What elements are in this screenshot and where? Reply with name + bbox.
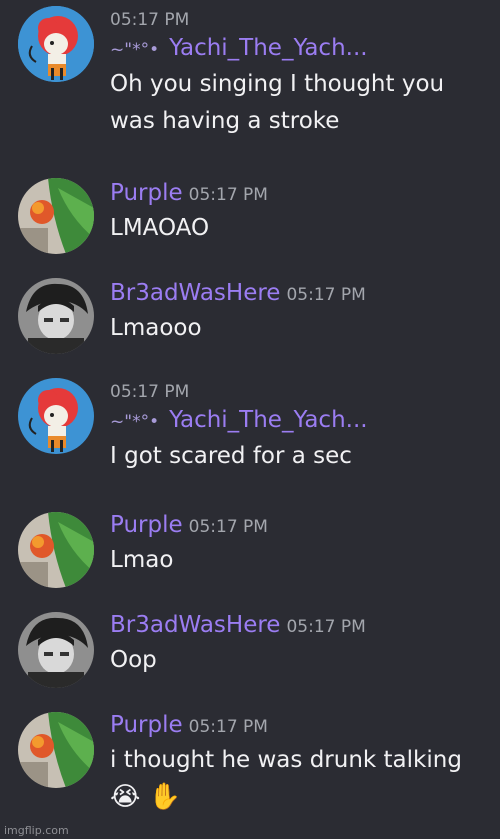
- timestamp: 05:17 PM: [188, 717, 268, 737]
- flower-leaf-icon: [18, 512, 94, 588]
- message-emojis: 😭 ✋: [110, 782, 182, 812]
- chat-log: 05:17 PM ~"*°• Yachi_The_Yach... Oh you …: [0, 0, 500, 839]
- message-text: i thought he was drunk talking: [110, 747, 462, 773]
- username-decoration: ~"*°•: [110, 40, 160, 60]
- timestamp: 05:17 PM: [110, 10, 190, 30]
- flower-leaf-icon: [18, 178, 94, 254]
- username[interactable]: Purple: [110, 510, 183, 540]
- message-text: Lmao: [110, 547, 174, 573]
- flower-leaf-icon: [18, 712, 94, 788]
- timestamp: 05:17 PM: [188, 185, 268, 205]
- timestamp: 05:17 PM: [286, 285, 366, 305]
- username[interactable]: Purple: [110, 710, 183, 740]
- avatar[interactable]: [18, 6, 94, 82]
- username[interactable]: Br3adWasHere: [110, 610, 280, 640]
- message-text: I got scared for a sec: [110, 443, 352, 469]
- username[interactable]: Yachi_The_Yach...: [169, 32, 368, 64]
- timestamp: 05:17 PM: [188, 517, 268, 537]
- dark-hair-character-icon: [18, 278, 94, 354]
- message-text: LMAOAO: [110, 215, 210, 241]
- timestamp: 05:17 PM: [286, 617, 366, 637]
- timestamp: 05:17 PM: [110, 382, 190, 402]
- red-hair-girl-icon: [18, 6, 94, 82]
- avatar[interactable]: [18, 612, 94, 688]
- username[interactable]: Br3adWasHere: [110, 278, 280, 308]
- username-decoration: ~"*°•: [110, 412, 160, 432]
- avatar[interactable]: [18, 512, 94, 588]
- message-text: Oop: [110, 647, 157, 673]
- watermark: imgflip.com: [4, 824, 69, 837]
- avatar[interactable]: [18, 178, 94, 254]
- message-text: Oh you singing I thought you: [110, 71, 445, 97]
- username[interactable]: Purple: [110, 178, 183, 208]
- avatar[interactable]: [18, 278, 94, 354]
- message-text: was having a stroke: [110, 108, 340, 134]
- message-text: Lmaooo: [110, 315, 202, 341]
- dark-hair-character-icon: [18, 612, 94, 688]
- avatar[interactable]: [18, 712, 94, 788]
- avatar[interactable]: [18, 378, 94, 454]
- username[interactable]: Yachi_The_Yach...: [169, 404, 368, 436]
- red-hair-girl-icon: [18, 378, 94, 454]
